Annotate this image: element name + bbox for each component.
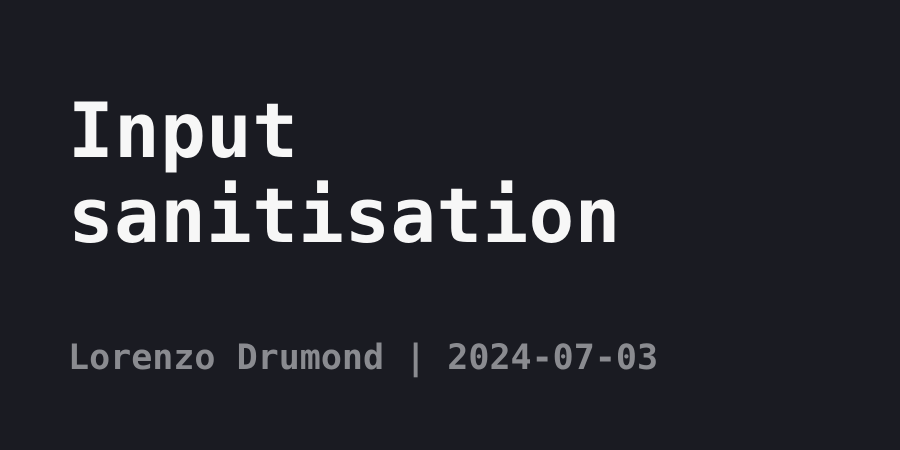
title-line-1: Input <box>68 86 299 175</box>
byline-separator: | <box>384 338 448 378</box>
page-title: Input sanitisation <box>68 88 621 258</box>
byline: Lorenzo Drumond | 2024-07-03 <box>68 338 658 378</box>
title-line-2: sanitisation <box>68 171 621 260</box>
author-name: Lorenzo Drumond <box>68 338 385 378</box>
publish-date: 2024-07-03 <box>447 338 659 378</box>
